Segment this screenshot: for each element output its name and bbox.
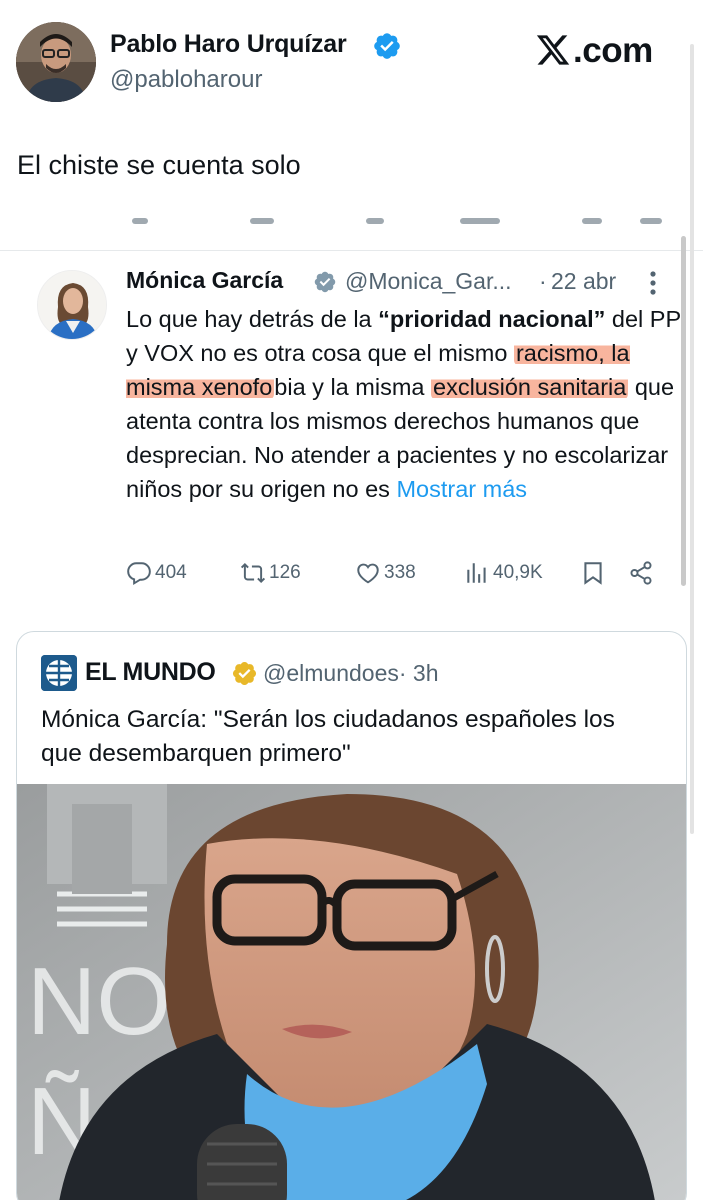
quoted-author-avatar-image <box>38 271 106 339</box>
retweet-count: 126 <box>269 562 301 583</box>
page-scrollbar[interactable] <box>690 44 694 834</box>
gold-verified-badge-icon <box>232 661 257 686</box>
views-count: 40,9K <box>493 562 543 583</box>
highlighted-phrase: exclusión sanitaria <box>431 374 629 400</box>
show-more-link[interactable]: Mostrar más <box>396 476 527 502</box>
news-photo[interactable]: NO Ñ <box>17 784 687 1200</box>
quoted-author-avatar[interactable] <box>37 270 107 340</box>
like-button[interactable]: 338 <box>355 560 416 586</box>
reply-icon <box>127 562 151 586</box>
retweet-icon <box>240 562 266 584</box>
bookmark-icon <box>584 562 602 585</box>
body-text: bia y la misma <box>274 374 431 400</box>
site-label: .com <box>573 31 653 70</box>
nested-quote-text: Mónica García: "Serán los ciudadanos esp… <box>41 706 615 767</box>
quoted-author-handle[interactable]: @Monica_Gar... <box>345 268 512 295</box>
separator-dot: · <box>539 268 547 294</box>
tweet-text: El chiste se cuenta solo <box>17 150 301 180</box>
more-options-icon[interactable] <box>649 270 657 296</box>
reply-button[interactable]: 404 <box>126 560 187 586</box>
quoted-tweet-date[interactable]: 22 abr <box>551 268 616 295</box>
share-button[interactable] <box>628 560 657 586</box>
x-com-logo: .com <box>535 26 653 71</box>
like-count: 338 <box>384 562 416 583</box>
views-icon <box>467 563 486 583</box>
quoted-tweet-body: Lo que hay detrás de la “prioridad nacio… <box>126 302 686 506</box>
body-bold-phrase: “prioridad nacional” <box>378 306 606 332</box>
gray-verified-badge-icon <box>314 271 336 293</box>
quoted-author-name[interactable]: Mónica García <box>126 267 283 294</box>
svg-text:NO: NO <box>27 948 171 1055</box>
like-icon <box>357 563 379 584</box>
author-avatar-image <box>16 22 96 102</box>
verified-badge-icon <box>374 33 400 59</box>
reply-count: 404 <box>155 562 187 583</box>
divider <box>0 250 703 251</box>
x-logo-icon <box>536 35 570 65</box>
nested-quote-card[interactable]: EL MUNDO @elmundoes· 3h Mónica García: "… <box>16 631 687 1200</box>
outlet-time: · 3h <box>398 660 439 686</box>
author-name[interactable]: Pablo Haro Urquízar <box>110 30 347 59</box>
author-handle[interactable]: @pabloharour <box>110 66 262 94</box>
retweet-button[interactable]: 126 <box>240 560 301 586</box>
outlet-handle-and-time[interactable]: @elmundoes· 3h <box>263 660 439 687</box>
views-button[interactable]: 40,9K <box>464 560 543 586</box>
outlet-name[interactable]: EL MUNDO <box>85 658 216 687</box>
el-mundo-logo-icon[interactable] <box>41 655 77 691</box>
bookmark-button[interactable] <box>580 560 609 586</box>
author-avatar[interactable] <box>16 22 96 102</box>
body-text: Lo que hay detrás de la <box>126 306 379 332</box>
cutoff-action-row <box>130 214 670 232</box>
outlet-handle: @elmundoes <box>263 660 399 686</box>
share-icon <box>630 561 652 585</box>
